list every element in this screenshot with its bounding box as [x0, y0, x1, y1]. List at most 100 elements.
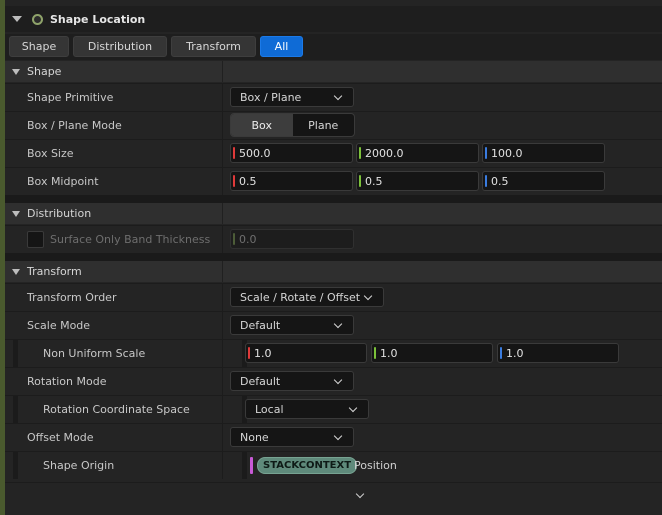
box-midpoint-x-field[interactable]: 0.5 [230, 171, 353, 191]
row-offset-mode: Offset Mode None [5, 423, 662, 451]
field-value: 1.0 [254, 346, 272, 360]
field-value: 0.5 [491, 174, 509, 188]
field-value: 1.0 [380, 346, 398, 360]
collapse-caret-icon[interactable] [12, 68, 20, 75]
indent-guide [13, 452, 18, 479]
offset-mode-dropdown[interactable]: None [230, 427, 354, 447]
row-transform-order: Transform Order Scale / Rotate / Offset [5, 283, 662, 311]
z-axis-marker [485, 147, 487, 159]
dropdown-value: Local [255, 402, 284, 416]
section-label: Distribution [27, 207, 92, 220]
box-size-y-field[interactable]: 2000.0 [356, 143, 479, 163]
mode-option-plane[interactable]: Plane [293, 114, 355, 136]
chevron-down-icon[interactable] [355, 489, 365, 499]
x-axis-marker [248, 347, 250, 359]
section-distribution[interactable]: Distribution [5, 203, 662, 224]
column-divider [222, 168, 223, 195]
expand-advanced-bar[interactable] [5, 482, 662, 511]
dropdown-value: Scale / Rotate / Offset [240, 290, 361, 304]
details-panel: Shape Location Shape Distribution Transf… [5, 0, 662, 515]
transform-order-dropdown[interactable]: Scale / Rotate / Offset [230, 287, 384, 307]
column-divider [222, 312, 223, 339]
property-label: Box / Plane Mode [27, 119, 122, 132]
scale-x-field[interactable]: 1.0 [245, 343, 367, 363]
dropdown-value: None [240, 430, 269, 444]
y-axis-marker [374, 347, 376, 359]
x-axis-marker [233, 147, 235, 159]
collapse-caret-icon[interactable] [12, 268, 20, 275]
scale-mode-dropdown[interactable]: Default [230, 315, 354, 335]
category-header[interactable]: Shape Location [5, 6, 662, 32]
scale-z-field[interactable]: 1.0 [497, 343, 619, 363]
parameter-name: Position [354, 459, 397, 472]
box-size-x-field[interactable]: 500.0 [230, 143, 353, 163]
field-value: 100.0 [491, 146, 523, 160]
field-value: 0.5 [365, 174, 383, 188]
scale-y-field[interactable]: 1.0 [371, 343, 493, 363]
column-divider [222, 203, 223, 224]
tab-distribution[interactable]: Distribution [73, 36, 167, 57]
indent-guide [242, 452, 247, 479]
section-gap [5, 253, 662, 261]
chevron-down-icon [333, 319, 343, 329]
tab-shape[interactable]: Shape [9, 36, 69, 57]
section-shape[interactable]: Shape [5, 61, 662, 82]
collapse-caret-icon[interactable] [12, 210, 20, 217]
shape-primitive-dropdown[interactable]: Box / Plane [230, 87, 354, 107]
field-value: 2000.0 [365, 146, 404, 160]
dropdown-value: Default [240, 374, 281, 388]
box-midpoint-y-field[interactable]: 0.5 [356, 171, 479, 191]
property-label: Box Midpoint [27, 175, 99, 188]
row-box-midpoint: Box Midpoint 0.5 0.5 0.5 [5, 167, 662, 195]
y-axis-marker [359, 175, 361, 187]
stackcontext-pill[interactable]: STACKCONTEXT [257, 457, 358, 474]
column-divider [222, 140, 223, 167]
box-size-z-field[interactable]: 100.0 [482, 143, 605, 163]
section-gap [5, 195, 662, 203]
tab-transform[interactable]: Transform [171, 36, 256, 57]
module-enabled-icon[interactable] [32, 13, 43, 25]
column-divider [222, 396, 223, 423]
column-divider [222, 368, 223, 395]
row-box-plane-mode: Box / Plane Mode Box Plane [5, 111, 662, 139]
box-midpoint-z-field[interactable]: 0.5 [482, 171, 605, 191]
column-divider [222, 112, 223, 139]
column-divider [222, 340, 223, 367]
chevron-down-icon [348, 403, 358, 413]
section-transform[interactable]: Transform [5, 261, 662, 282]
rotation-space-dropdown[interactable]: Local [245, 399, 369, 419]
row-rotation-mode: Rotation Mode Default [5, 367, 662, 395]
rotation-mode-dropdown[interactable]: Default [230, 371, 354, 391]
column-divider [222, 284, 223, 311]
band-thickness-field[interactable]: 0.0 [230, 229, 354, 249]
column-divider [222, 84, 223, 111]
field-value: 500.0 [239, 146, 271, 160]
box-plane-mode-toggle: Box Plane [230, 113, 355, 137]
chevron-down-icon [333, 431, 343, 441]
collapse-caret-icon[interactable] [12, 16, 22, 22]
filter-tabs: Shape Distribution Transform All [5, 34, 662, 60]
chevron-down-icon [333, 91, 343, 101]
row-surface-band: Surface Only Band Thickness 0.0 [5, 225, 662, 253]
row-rotation-space: Rotation Coordinate Space Local [5, 395, 662, 423]
parameter-type-marker [250, 457, 253, 474]
property-label: Offset Mode [27, 431, 94, 444]
field-value: 1.0 [506, 346, 524, 360]
dropdown-value: Box / Plane [240, 90, 302, 104]
chevron-down-icon [333, 375, 343, 385]
column-divider [222, 424, 223, 451]
mode-option-box[interactable]: Box [231, 114, 293, 136]
column-divider [222, 226, 223, 253]
category-title: Shape Location [50, 12, 146, 26]
section-label: Shape [27, 65, 62, 78]
property-label: Rotation Coordinate Space [43, 403, 190, 416]
axis-marker [233, 233, 235, 245]
tab-all[interactable]: All [260, 36, 303, 57]
z-axis-marker [485, 175, 487, 187]
field-value: 0.5 [239, 174, 257, 188]
property-label: Surface Only Band Thickness [50, 233, 211, 246]
band-thickness-checkbox[interactable] [27, 231, 44, 248]
row-box-size: Box Size 500.0 2000.0 100.0 [5, 139, 662, 167]
row-scale-mode: Scale Mode Default [5, 311, 662, 339]
indent-guide [13, 396, 18, 423]
